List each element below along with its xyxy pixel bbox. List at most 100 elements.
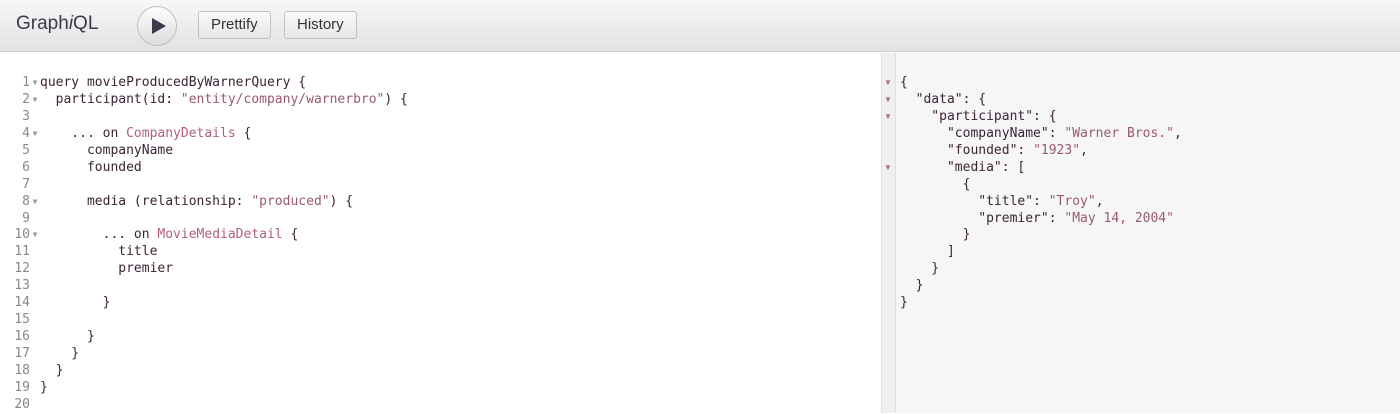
code-token: { (282, 227, 299, 243)
code-token: { (900, 75, 908, 90)
result-line: } (900, 261, 1182, 278)
code-token: , (1173, 125, 1182, 141)
fold-arrow-icon[interactable]: ▼ (884, 163, 892, 172)
logo-text-suffix: QL (73, 13, 99, 34)
fold-arrow-icon[interactable]: ▼ (30, 227, 40, 244)
code-token: query movieProducedByWarnerQuery { (40, 75, 307, 90)
code-token: "premier": (900, 210, 1065, 226)
line-number: 15 (14, 312, 30, 328)
line-number: 18 (14, 362, 30, 378)
query-editor[interactable]: 1 ▼ query movieProducedByWarnerQuery {2 ▼ p… (0, 53, 881, 413)
code-token: , (1095, 193, 1104, 209)
result-line: } (900, 227, 1182, 244)
code-token: ... on (40, 227, 158, 243)
code-token: media (relationship: (40, 193, 252, 209)
line-number: 5 (22, 142, 30, 158)
line-number: 9 (22, 210, 30, 226)
code-line: 9 (0, 211, 408, 228)
line-number: 11 (14, 244, 30, 260)
fold-arrow-icon[interactable]: ▼ (30, 194, 40, 211)
code-token: ) { (329, 193, 354, 209)
code-token: companyName (40, 142, 174, 158)
execute-query-button[interactable] (137, 6, 177, 46)
line-number: 6 (22, 159, 30, 175)
string-token: "May 14, 2004" (1064, 210, 1174, 226)
code-token: } (900, 295, 908, 311)
code-token: founded (40, 159, 142, 175)
result-line: "title": "Troy", (900, 194, 1182, 211)
line-number: 13 (14, 278, 30, 294)
fold-arrow-icon[interactable]: ▼ (884, 95, 892, 104)
code-token: "founded": (900, 142, 1034, 158)
code-token: premier (40, 261, 174, 277)
result-line: } (900, 295, 1182, 312)
code-token: } (40, 346, 80, 361)
code-token: ... on (40, 125, 127, 141)
fold-arrow-icon[interactable]: ▼ (30, 92, 40, 109)
code-line: 20 (0, 397, 408, 414)
code-token: } (40, 379, 48, 395)
line-number: 2 (22, 91, 30, 107)
string-token: "1923" (1033, 142, 1081, 158)
type-token: MovieMediaDetail (157, 227, 283, 243)
line-number: 4 (22, 125, 30, 141)
result-line: "data": { (900, 92, 1182, 109)
toolbar: GraphiQL Prettify History (0, 0, 1400, 52)
code-token: } (900, 227, 971, 243)
code-token: "title": (900, 193, 1049, 209)
code-line: 4 ▼ ... on CompanyDetails { (0, 126, 408, 143)
line-number: 10 (14, 227, 30, 243)
line-number: 16 (14, 329, 30, 345)
fold-arrow-icon[interactable]: ▼ (30, 126, 40, 143)
code-line: 10 ▼ ... on MovieMediaDetail { (0, 227, 408, 244)
string-token: "produced" (251, 193, 330, 209)
result-line: "media": [ (900, 160, 1182, 177)
prettify-button[interactable]: Prettify (198, 11, 271, 39)
result-line: { (900, 75, 1182, 92)
code-line: 1 ▼ query movieProducedByWarnerQuery { (0, 75, 408, 92)
code-token: ] (900, 244, 955, 260)
code-line: 13 (0, 278, 408, 295)
code-token: "data": { (900, 91, 987, 107)
code-line: 14 } (0, 295, 408, 312)
code-line: 11 title (0, 244, 408, 261)
line-number: 19 (14, 379, 30, 395)
code-token: participant(id: (40, 91, 181, 107)
result-line: "companyName": "Warner Bros.", (900, 126, 1182, 143)
code-token: title (40, 244, 158, 260)
logo-text: Graph (16, 13, 69, 34)
code-token: { (900, 176, 971, 192)
query-code[interactable]: 1 ▼ query movieProducedByWarnerQuery {2 ▼ p… (0, 75, 408, 414)
result-fold-gutter: ▼ ▼ ▼ ▼ (882, 53, 896, 413)
code-token: } (900, 261, 940, 277)
fold-arrow-icon[interactable]: ▼ (884, 112, 892, 121)
code-line: 8 ▼ media (relationship: "produced") { (0, 194, 408, 211)
code-token: } (40, 362, 64, 378)
history-button[interactable]: History (284, 11, 357, 39)
line-number: 12 (14, 261, 30, 277)
fold-arrow-icon[interactable]: ▼ (884, 78, 892, 87)
result-line: ] (900, 244, 1182, 261)
result-line: "participant": { (900, 109, 1182, 126)
fold-arrow-icon[interactable]: ▼ (30, 75, 40, 92)
code-line: 19 } (0, 380, 408, 397)
string-token: "Warner Bros." (1064, 125, 1174, 141)
result-line: } (900, 278, 1182, 295)
result-line: "premier": "May 14, 2004" (900, 211, 1182, 228)
code-line: 5 companyName (0, 143, 408, 160)
line-number: 1 (22, 75, 30, 90)
code-token: "participant": { (900, 108, 1057, 124)
result-viewer: ▼ ▼ ▼ ▼ { "data": { "participant": { "compa… (881, 53, 1400, 413)
code-line: 3 (0, 109, 408, 126)
play-icon (152, 18, 166, 34)
